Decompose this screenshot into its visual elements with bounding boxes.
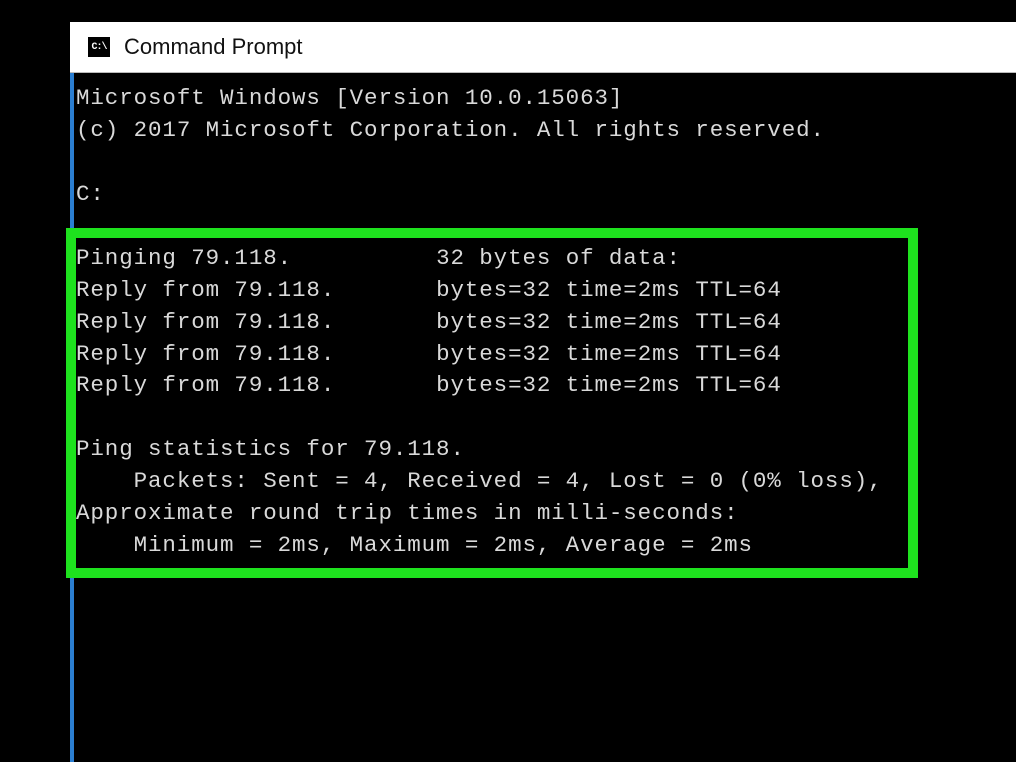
reply-2-left: Reply from 79.118. [76, 309, 335, 335]
rtt-header: Approximate round trip times in milli-se… [76, 500, 739, 526]
titlebar[interactable]: C:\ Command Prompt [70, 22, 1016, 73]
reply-3-right: bytes=32 time=2ms TTL=64 [436, 341, 782, 367]
reply-2-right: bytes=32 time=2ms TTL=64 [436, 309, 782, 335]
command-prompt-window: C:\ Command Prompt Microsoft Windows [Ve… [70, 22, 1016, 762]
terminal-surface[interactable]: Microsoft Windows [Version 10.0.15063] (… [70, 73, 1016, 762]
reply-3-left: Reply from 79.118. [76, 341, 335, 367]
window-left-edge [70, 73, 74, 762]
rtt-line: Minimum = 2ms, Maximum = 2ms, Average = … [76, 532, 753, 558]
reply-1-right: bytes=32 time=2ms TTL=64 [436, 277, 782, 303]
ping-header-left: Pinging 79.118. [76, 245, 292, 271]
command-prompt-icon: C:\ [88, 37, 110, 57]
terminal-output: Microsoft Windows [Version 10.0.15063] (… [76, 83, 1016, 562]
stats-header: Ping statistics for 79.118. [76, 436, 465, 462]
reply-4-left: Reply from 79.118. [76, 372, 335, 398]
prompt-line: C: [76, 181, 105, 207]
screenshot-stage: C:\ Command Prompt Microsoft Windows [Ve… [0, 0, 1016, 762]
reply-1-left: Reply from 79.118. [76, 277, 335, 303]
reply-4-right: bytes=32 time=2ms TTL=64 [436, 372, 782, 398]
version-line: Microsoft Windows [Version 10.0.15063] [76, 85, 623, 111]
window-title: Command Prompt [124, 34, 303, 60]
copyright-line: (c) 2017 Microsoft Corporation. All righ… [76, 117, 825, 143]
ping-header-right: 32 bytes of data: [436, 245, 681, 271]
command-prompt-icon-text: C:\ [91, 42, 106, 53]
packets-line: Packets: Sent = 4, Received = 4, Lost = … [76, 468, 883, 494]
